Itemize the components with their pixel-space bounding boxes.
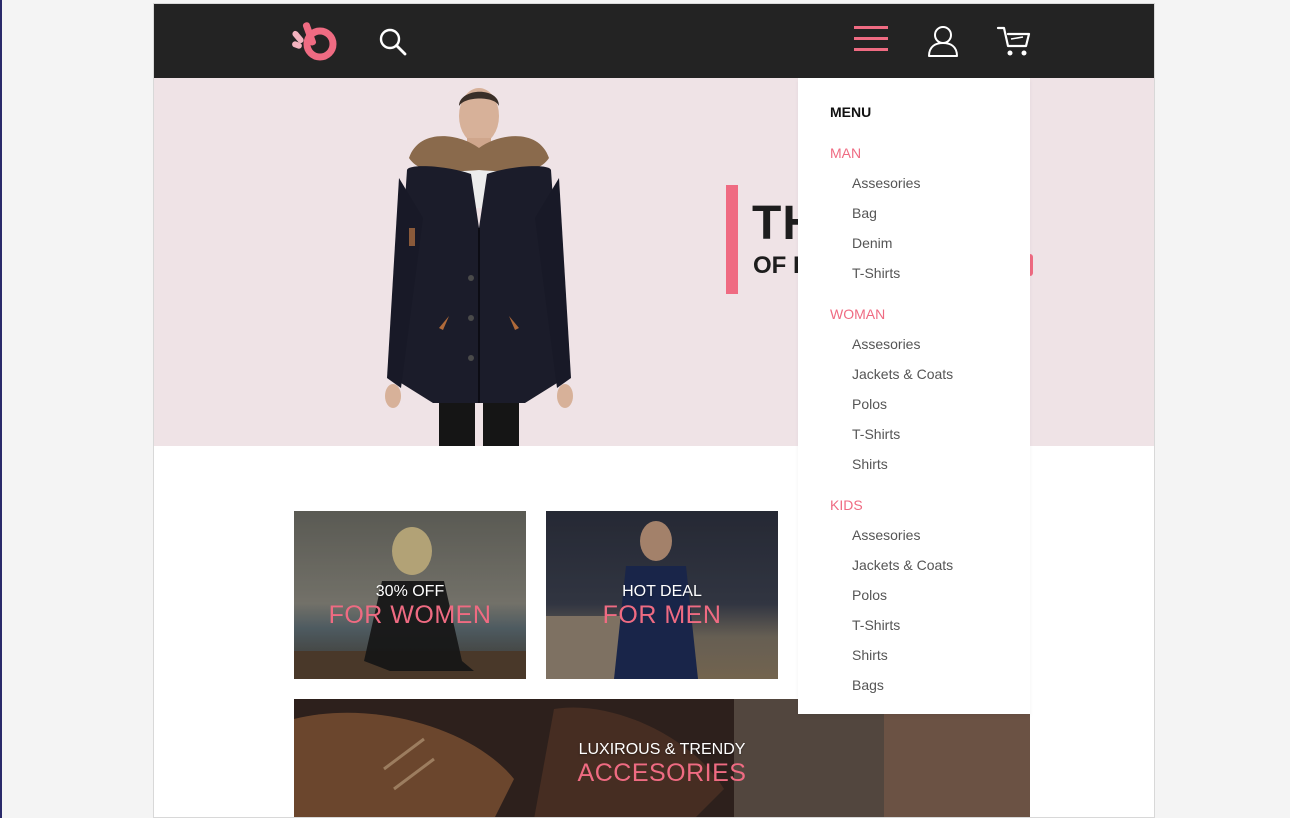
hamburger-menu-icon[interactable] [854,26,888,54]
promo-accessories-banner[interactable]: LUXIROUS & TRENDY ACCESORIES [294,699,1030,817]
menu-item-man-assesories[interactable]: Assesories [852,175,920,191]
cart-icon[interactable] [996,24,1032,58]
menu-item-kids-shirts[interactable]: Shirts [852,647,888,663]
promo-women-caption: 30% OFF [375,583,445,600]
menu-section-man[interactable]: MAN [830,145,861,161]
menu-item-man-tshirts[interactable]: T-Shirts [852,265,900,281]
promo-men-headline: FOR MEN [602,601,722,629]
menu-item-woman-polos[interactable]: Polos [852,396,887,412]
menu-item-kids-jackets-coats[interactable]: Jackets & Coats [852,557,953,573]
promo-men-caption: HOT DEAL [622,583,702,600]
hero-accent-bar [726,185,738,294]
hero-model-image [385,88,573,446]
menu-item-woman-tshirts[interactable]: T-Shirts [852,426,900,442]
menu-item-kids-assesories[interactable]: Assesories [852,527,920,543]
promo-accessories-headline: ACCESORIES [577,759,747,787]
brand-logo-icon[interactable] [292,18,340,62]
menu-section-kids[interactable]: KIDS [830,497,863,513]
menu-title: MENU [830,104,872,120]
user-icon[interactable] [927,24,959,58]
promo-women-card[interactable]: 30% OFF FOR WOMEN [294,511,526,679]
dropdown-menu-panel: MENU MAN Assesories Bag Denim T-Shirts W… [798,78,1030,714]
menu-item-woman-assesories[interactable]: Assesories [852,336,920,352]
promo-men-card[interactable]: HOT DEAL FOR MEN [546,511,778,679]
search-icon[interactable] [378,27,408,57]
promo-women-headline: FOR WOMEN [328,601,492,629]
menu-item-kids-polos[interactable]: Polos [852,587,887,603]
menu-section-woman[interactable]: WOMAN [830,306,885,322]
menu-item-man-bag[interactable]: Bag [852,205,877,221]
page: TH OF L 30% OFF FOR WOMEN HOT DEAL FOR M… [153,3,1155,818]
menu-item-man-denim[interactable]: Denim [852,235,892,251]
menu-item-woman-jackets-coats[interactable]: Jackets & Coats [852,366,953,382]
top-navigation-bar [154,4,1154,78]
menu-item-kids-bags[interactable]: Bags [852,677,884,693]
menu-item-kids-tshirts[interactable]: T-Shirts [852,617,900,633]
promo-accessories-caption: LUXIROUS & TRENDY [578,741,746,758]
menu-item-woman-shirts[interactable]: Shirts [852,456,888,472]
